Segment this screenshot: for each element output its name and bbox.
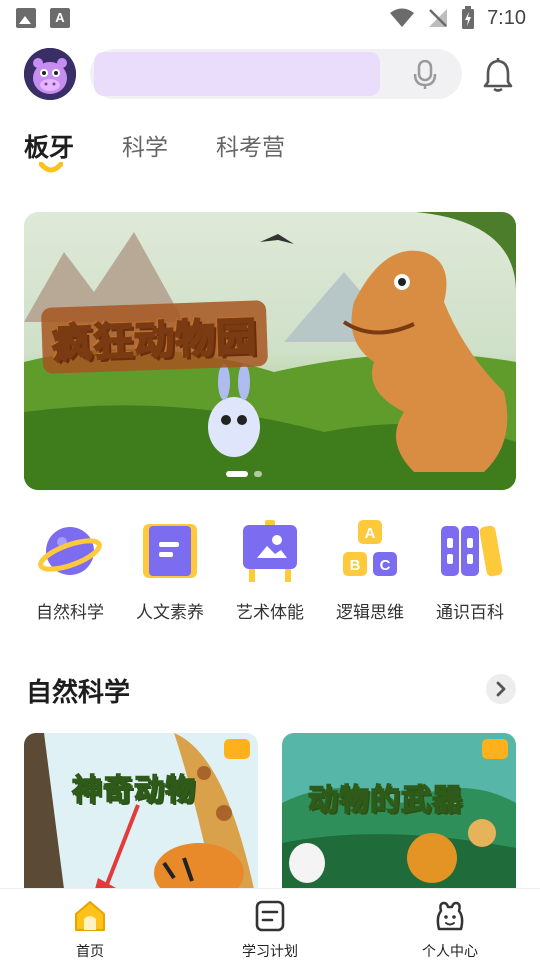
- status-time: 7:10: [487, 6, 526, 29]
- carousel-indicator: [226, 471, 262, 477]
- tab-label: 科考营: [216, 135, 286, 161]
- section-more-button[interactable]: [486, 674, 516, 704]
- category-encyclopedia[interactable]: 通识百科: [420, 520, 520, 623]
- avatar[interactable]: [24, 48, 76, 100]
- crown-badge-icon: [224, 739, 250, 759]
- category-label: 人文素养: [136, 603, 204, 623]
- course-card[interactable]: 动物的武器: [282, 733, 516, 889]
- wifi-icon: [390, 8, 415, 27]
- nav-profile[interactable]: 个人中心: [360, 889, 540, 960]
- search-input[interactable]: [112, 52, 372, 96]
- nav-study-plan[interactable]: 学习计划: [180, 889, 360, 960]
- plan-icon: [255, 900, 285, 932]
- tab-label: 板牙: [24, 133, 75, 162]
- home-icon: [75, 901, 105, 931]
- tab-banya[interactable]: 板牙: [24, 128, 75, 173]
- category-natural-science[interactable]: 自然科学: [20, 520, 120, 623]
- nav-home[interactable]: 首页: [0, 889, 180, 960]
- font-notification-icon: A: [50, 8, 70, 28]
- book-icon: [143, 524, 197, 578]
- svg-text:A: A: [365, 525, 376, 542]
- no-signal-icon: [429, 9, 448, 27]
- gallery-notification-icon: [16, 8, 36, 28]
- category-label: 逻辑思维: [336, 603, 404, 623]
- category-arts-fitness[interactable]: 艺术体能: [220, 520, 320, 623]
- planet-icon: [38, 527, 102, 575]
- category-label: 自然科学: [36, 603, 104, 623]
- mic-icon[interactable]: [412, 60, 438, 90]
- profile-icon: [436, 901, 464, 931]
- status-bar: A 7:10: [0, 0, 540, 36]
- tab-label: 科学: [122, 135, 169, 161]
- bell-icon[interactable]: [482, 57, 514, 93]
- nav-label: 个人中心: [422, 944, 478, 960]
- battery-icon: [462, 6, 475, 29]
- banner-carousel[interactable]: 疯狂动物园: [24, 212, 516, 490]
- banner-title: 疯狂动物园: [40, 300, 269, 374]
- category-logic[interactable]: A B C 逻辑思维: [320, 520, 420, 623]
- category-humanities[interactable]: 人文素养: [120, 520, 220, 623]
- tab-science[interactable]: 科学: [122, 128, 168, 162]
- search-bar[interactable]: [90, 49, 462, 99]
- section-title: 自然科学: [26, 678, 131, 708]
- abc-blocks-icon: A B C: [343, 520, 397, 576]
- svg-text:C: C: [380, 557, 391, 574]
- active-tab-indicator: [39, 162, 63, 173]
- search-field-highlight: [94, 52, 380, 96]
- hippo-avatar-icon: [24, 48, 76, 100]
- status-left-icons: A: [16, 8, 70, 28]
- top-tabs: 板牙 科学 科考营: [24, 128, 285, 173]
- status-right-icons: 7:10: [389, 6, 526, 30]
- category-grid: 自然科学 人文素养 艺术体能 A B C 逻辑思维 通识百科: [20, 520, 520, 623]
- nav-label: 首页: [76, 944, 104, 960]
- tab-science-camp[interactable]: 科考营: [216, 128, 285, 162]
- bottom-navigation: 首页 学习计划 个人中心: [0, 888, 540, 960]
- category-label: 通识百科: [436, 603, 504, 623]
- crown-badge-icon: [482, 739, 508, 759]
- books-stack-icon: [441, 525, 503, 577]
- easel-icon: [243, 520, 297, 582]
- category-label: 艺术体能: [236, 603, 304, 623]
- svg-text:B: B: [350, 557, 361, 574]
- card-title: 动物的武器: [307, 782, 463, 819]
- chevron-right-icon: [496, 681, 506, 697]
- nav-label: 学习计划: [242, 944, 298, 960]
